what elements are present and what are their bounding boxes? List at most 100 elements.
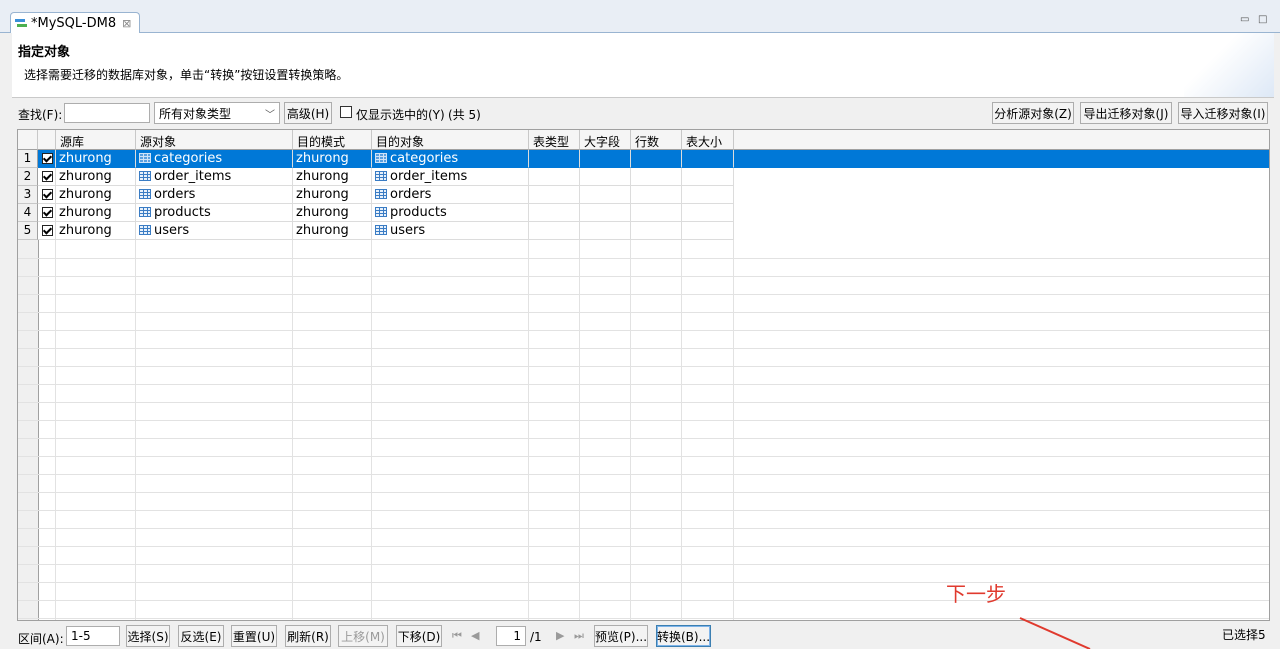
header-rownum: [18, 130, 38, 150]
dst-object-cell: order_items: [372, 168, 529, 186]
minimize-icon[interactable]: ▭: [1240, 14, 1249, 25]
header-src-db[interactable]: 源库: [56, 130, 136, 150]
reset-button[interactable]: 重置(U): [231, 625, 277, 647]
move-up-button[interactable]: 上移(M): [338, 625, 388, 647]
table-row[interactable]: 4 zhurong products zhurong products: [18, 204, 1269, 222]
grid-line: [18, 402, 1269, 403]
row-number: 4: [18, 204, 38, 222]
row-checkbox[interactable]: [38, 222, 56, 240]
analyze-source-button[interactable]: 分析源对象(Z): [992, 102, 1074, 124]
select-button[interactable]: 选择(S): [126, 625, 170, 647]
range-input[interactable]: 1-5: [66, 626, 120, 646]
move-down-button[interactable]: 下移(D): [396, 625, 442, 647]
row-checkbox[interactable]: [38, 150, 56, 168]
lob-cell: [580, 222, 631, 240]
object-type-value: 所有对象类型: [159, 107, 232, 121]
table-row[interactable]: 2 zhurong order_items zhurong order_item…: [18, 168, 1269, 186]
selected-status: 已选择5: [1222, 628, 1266, 642]
invert-button[interactable]: 反选(E): [178, 625, 224, 647]
grid-line: [18, 510, 1269, 511]
table-size-cell: [682, 150, 734, 168]
prev-page-icon[interactable]: ◀: [471, 629, 479, 642]
table-icon: [139, 171, 151, 181]
annotation-arrow: [1019, 617, 1091, 649]
src-db-cell: zhurong: [56, 204, 136, 222]
grid-line: [681, 240, 682, 620]
advanced-button[interactable]: 高级(H): [284, 102, 332, 124]
find-input[interactable]: [64, 103, 150, 123]
row-count-cell: [631, 204, 682, 222]
dst-schema-cell: zhurong: [293, 204, 372, 222]
tab-title: *MySQL-DM8: [31, 15, 117, 31]
tab-mysql-dm8[interactable]: *MySQL-DM8 ⊠: [10, 12, 141, 33]
table-icon: [375, 225, 387, 235]
grid-line: [18, 600, 1269, 601]
dst-schema-cell: zhurong: [293, 150, 372, 168]
lob-cell: [580, 150, 631, 168]
only-selected-checkbox[interactable]: [340, 106, 352, 118]
first-page-icon[interactable]: ⏮: [452, 629, 462, 643]
row-checkbox[interactable]: [38, 168, 56, 186]
row-number: 2: [18, 168, 38, 186]
object-type-select[interactable]: 所有对象类型 ﹀: [154, 102, 280, 124]
grid-line: [135, 240, 136, 620]
src-object-cell: orders: [136, 186, 293, 204]
only-selected-label: 仅显示选中的(Y): [356, 108, 445, 122]
grid-line: [18, 348, 1269, 349]
table-row[interactable]: 1 zhurong categories zhurong categories: [18, 150, 1269, 168]
src-db-cell: zhurong: [56, 150, 136, 168]
refresh-button[interactable]: 刷新(R): [285, 625, 331, 647]
last-page-icon[interactable]: ⏭: [574, 629, 584, 643]
import-objects-button[interactable]: 导入迁移对象(I): [1178, 102, 1268, 124]
dst-object-cell: users: [372, 222, 529, 240]
src-object-cell: products: [136, 204, 293, 222]
header-table-size[interactable]: 表大小: [682, 130, 734, 150]
row-checkbox[interactable]: [38, 204, 56, 222]
grid-line: [18, 366, 1269, 367]
header-table-type[interactable]: 表类型: [529, 130, 580, 150]
src-object-cell: categories: [136, 150, 293, 168]
row-count-cell: [631, 168, 682, 186]
maximize-icon[interactable]: □: [1258, 14, 1267, 25]
header-dst-schema[interactable]: 目的模式: [293, 130, 372, 150]
src-db-cell: zhurong: [56, 168, 136, 186]
page-input[interactable]: 1: [496, 626, 526, 646]
export-objects-button[interactable]: 导出迁移对象(J): [1080, 102, 1172, 124]
wizard-header: 指定对象 选择需要迁移的数据库对象，单击“转换”按钮设置转换策略。: [12, 33, 1274, 98]
table-type-cell: [529, 222, 580, 240]
table-row[interactable]: 5 zhurong users zhurong users: [18, 222, 1269, 240]
grid-line: [371, 240, 372, 620]
grid-line: [292, 240, 293, 620]
row-checkbox[interactable]: [38, 186, 56, 204]
close-icon[interactable]: ⊠: [122, 17, 131, 30]
convert-button[interactable]: 转换(B)...: [656, 625, 711, 647]
header-src-object[interactable]: 源对象: [136, 130, 293, 150]
table-size-cell: [682, 168, 734, 186]
dst-schema-cell: zhurong: [293, 168, 372, 186]
grid-line: [630, 240, 631, 620]
header-row-count[interactable]: 行数: [631, 130, 682, 150]
dst-object-cell: categories: [372, 150, 529, 168]
next-step-annotation: 下一步: [946, 582, 1006, 606]
src-db-cell: zhurong: [56, 186, 136, 204]
table-row[interactable]: 3 zhurong orders zhurong orders: [18, 186, 1269, 204]
src-object-cell: users: [136, 222, 293, 240]
range-label: 区间(A):: [18, 632, 64, 646]
src-db-cell: zhurong: [56, 222, 136, 240]
next-page-icon[interactable]: ▶: [556, 629, 564, 642]
grid-line: [18, 294, 1269, 295]
grid-line: [18, 474, 1269, 475]
table-type-cell: [529, 204, 580, 222]
header-lob[interactable]: 大字段: [580, 130, 631, 150]
header-check[interactable]: [38, 130, 56, 150]
row-count-cell: [631, 186, 682, 204]
objects-table: 源库 源对象 目的模式 目的对象 表类型 大字段 行数 表大小 1 zhuron…: [17, 129, 1270, 621]
grid-line: [18, 528, 1269, 529]
preview-button[interactable]: 预览(P)...: [594, 625, 648, 647]
grid-line: [528, 240, 529, 620]
src-object-cell: order_items: [136, 168, 293, 186]
grid-line: [18, 258, 1269, 259]
header-dst-object[interactable]: 目的对象: [372, 130, 529, 150]
grid-line: [18, 492, 1269, 493]
checked-icon: [42, 225, 53, 236]
